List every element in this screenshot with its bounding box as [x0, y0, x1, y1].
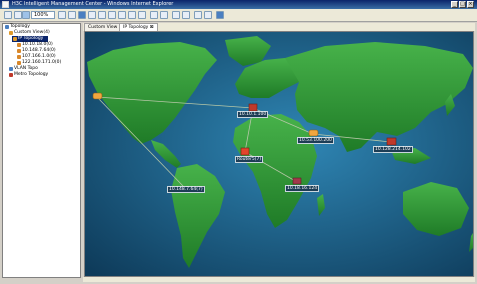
- window-title: H3C Intelligent Management Center - Wind…: [12, 1, 174, 7]
- settings-icon[interactable]: [182, 11, 190, 19]
- node-label-africa-n: Router5(7): [235, 156, 264, 163]
- topology-tree-panel: Topology Custom View(4) IP Topology 10.1…: [2, 23, 81, 278]
- title-bar: H3C Intelligent Management Center - Wind…: [0, 0, 477, 9]
- node-label-sa: 10.148.7.64(7): [167, 186, 205, 193]
- grid-icon[interactable]: [88, 11, 96, 19]
- subnet-icon: [17, 49, 21, 53]
- pointer-icon[interactable]: [68, 11, 76, 19]
- save-icon[interactable]: [108, 11, 116, 19]
- switch-icon-eu[interactable]: [248, 103, 258, 112]
- metro-icon: [9, 73, 13, 77]
- zoom-out-icon[interactable]: [58, 11, 66, 19]
- zoom-select[interactable]: 100%: [31, 11, 55, 19]
- world-map: [85, 32, 473, 276]
- status-bar: [83, 277, 475, 282]
- close-button[interactable]: ×: [467, 1, 474, 8]
- topology-icon: [5, 25, 9, 29]
- tree-metro-topology[interactable]: Metro Topology: [14, 72, 48, 78]
- vlan-icon: [9, 67, 13, 71]
- folder-icon: [9, 31, 13, 35]
- toolbar: 100%: [0, 9, 477, 22]
- topology-map[interactable]: 10.10.1.100 10.53.100.200 10.128.214.102…: [84, 31, 474, 277]
- zoom-in-icon[interactable]: [22, 11, 30, 19]
- browser-icon: [2, 1, 9, 8]
- node-label-asia: 10.128.214.102: [373, 146, 413, 153]
- switch-icon-africa-n[interactable]: [240, 147, 250, 156]
- layout-icon[interactable]: [138, 11, 146, 19]
- tools-icon[interactable]: [172, 11, 180, 19]
- minimize-button[interactable]: _: [451, 1, 458, 8]
- tab-bar: Custom View ⊠ IP Topology ⊠: [83, 23, 475, 31]
- router-icon-na[interactable]: [92, 92, 103, 100]
- tab-custom-view-label: Custom View: [88, 25, 118, 30]
- node-label-eu: 10.10.1.100: [237, 111, 269, 118]
- tab-ip-topology-label: IP Topology: [123, 25, 149, 30]
- tab-ip-topology[interactable]: IP Topology ⊠: [119, 23, 158, 31]
- fit-icon[interactable]: [128, 11, 136, 19]
- help-icon[interactable]: [216, 11, 224, 19]
- node-label-africa-s: 10.18.16.124: [285, 185, 320, 192]
- switch-icon-asia[interactable]: [386, 137, 397, 146]
- subnet-icon: [17, 55, 21, 59]
- router-icon-mideast[interactable]: [308, 129, 319, 137]
- close-icon[interactable]: ⊠: [150, 25, 154, 30]
- subnet-icon: [17, 43, 21, 47]
- back-icon[interactable]: [4, 11, 12, 19]
- link-icon[interactable]: [160, 11, 168, 19]
- print-icon[interactable]: [194, 11, 202, 19]
- forward-icon[interactable]: [14, 11, 22, 19]
- switch-icon-africa-s[interactable]: [292, 177, 302, 185]
- folder-icon: [13, 37, 17, 41]
- maximize-button[interactable]: □: [459, 1, 466, 8]
- app-window: H3C Intelligent Management Center - Wind…: [0, 0, 477, 284]
- node-label-mideast: 10.53.100.200: [297, 137, 334, 144]
- refresh-icon[interactable]: [78, 11, 86, 19]
- find-icon[interactable]: [150, 11, 158, 19]
- grid-icon[interactable]: [98, 11, 106, 19]
- export-icon[interactable]: [204, 11, 212, 19]
- subnet-icon: [17, 61, 21, 65]
- export-icon[interactable]: [118, 11, 126, 19]
